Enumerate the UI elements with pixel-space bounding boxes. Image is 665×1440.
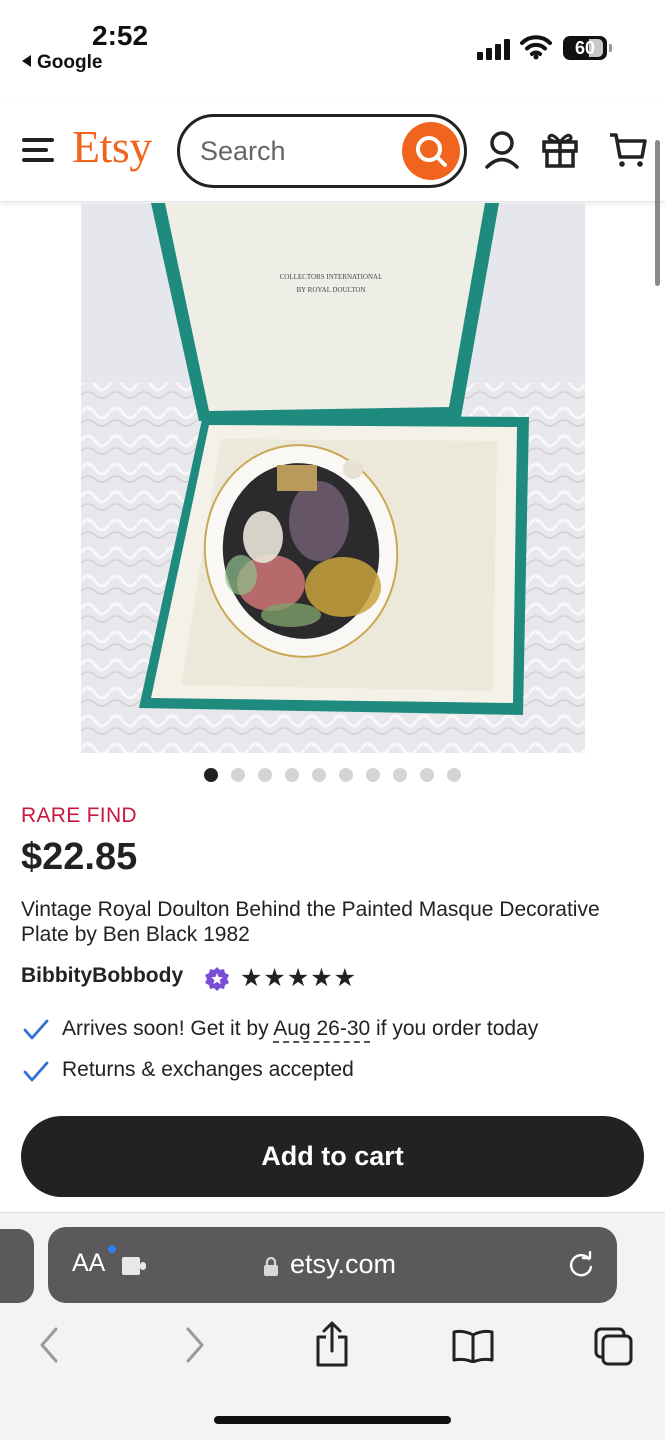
reload-icon[interactable] — [567, 1251, 595, 1279]
box-inscription-line2: BY ROYAL DOULTON — [296, 286, 366, 294]
home-indicator[interactable] — [214, 1416, 451, 1424]
carousel-dot[interactable] — [231, 768, 245, 782]
cellular-signal-icon — [477, 38, 511, 60]
delivery-text-before: Arrives soon! Get it by — [62, 1017, 274, 1040]
forward-arrow-icon[interactable] — [180, 1325, 208, 1365]
extension-icon[interactable] — [122, 1255, 150, 1277]
reader-settings-button[interactable]: AA — [72, 1249, 105, 1278]
previous-tab-preview[interactable] — [0, 1229, 34, 1303]
delivery-date-link[interactable]: Aug 26-30 — [273, 1017, 371, 1043]
search-bar — [177, 114, 467, 188]
search-button[interactable] — [402, 122, 460, 180]
carousel-dot[interactable] — [285, 768, 299, 782]
carousel-dot[interactable] — [339, 768, 353, 782]
product-photo[interactable]: COLLECTORS INTERNATIONAL BY ROYAL DOULTO… — [81, 203, 585, 753]
address-bar[interactable]: AA etsy.com — [48, 1227, 617, 1303]
rating-stars[interactable]: ★★★★★ — [240, 963, 357, 993]
battery-icon: 60 — [563, 36, 612, 60]
rare-find-badge: RARE FIND — [21, 804, 137, 827]
box-inscription-line1: COLLECTORS INTERNATIONAL — [279, 273, 383, 281]
status-bar: 2:52 Google 60 — [0, 0, 665, 90]
delivery-text-after: if you order today — [370, 1017, 539, 1040]
search-icon — [416, 136, 447, 167]
bookmarks-icon[interactable] — [452, 1329, 494, 1363]
star-seller-badge-icon[interactable] — [204, 966, 230, 992]
returns-policy: Returns & exchanges accepted — [62, 1058, 354, 1081]
checkmark-icon — [23, 1061, 49, 1082]
delivery-estimate: Arrives soon! Get it by Aug 26-30 if you… — [62, 1017, 539, 1043]
listing-price: $22.85 — [21, 836, 138, 878]
account-icon[interactable] — [484, 130, 520, 170]
cart-icon[interactable] — [608, 130, 648, 170]
back-arrow-icon[interactable] — [36, 1325, 64, 1365]
carousel-dot[interactable] — [204, 768, 218, 782]
aa-label: AA — [72, 1249, 106, 1277]
carousel-dot[interactable] — [312, 768, 326, 782]
tabs-icon[interactable] — [594, 1327, 634, 1367]
etsy-logo[interactable]: Etsy — [72, 120, 152, 173]
image-carousel-dots[interactable] — [204, 768, 461, 782]
back-app-label: Google — [37, 52, 103, 73]
add-to-cart-button[interactable]: Add to cart — [21, 1116, 644, 1197]
back-to-app-link[interactable]: Google — [22, 52, 102, 74]
battery-level: 60 — [574, 38, 596, 58]
page-scrollbar[interactable] — [655, 140, 660, 286]
gift-icon[interactable] — [540, 130, 580, 170]
carousel-dot[interactable] — [447, 768, 461, 782]
carousel-dot[interactable] — [258, 768, 272, 782]
checkmark-icon — [23, 1019, 49, 1040]
shop-name-link[interactable]: BibbityBobbody — [21, 964, 183, 988]
wifi-icon — [520, 35, 552, 60]
url-domain[interactable]: etsy.com — [290, 1249, 396, 1280]
carousel-dot[interactable] — [393, 768, 407, 782]
clock: 2:52 — [92, 20, 149, 51]
share-icon[interactable] — [314, 1321, 350, 1367]
notification-dot — [108, 1245, 116, 1253]
back-arrow-icon — [22, 55, 31, 67]
listing-title: Vintage Royal Doulton Behind the Painted… — [21, 898, 600, 946]
site-header: Etsy — [0, 100, 665, 202]
browser-toolbar: AA etsy.com — [0, 1212, 665, 1440]
search-input[interactable] — [200, 133, 390, 169]
carousel-dot[interactable] — [420, 768, 434, 782]
lock-icon — [264, 1256, 278, 1276]
menu-icon[interactable] — [22, 138, 54, 162]
carousel-dot[interactable] — [366, 768, 380, 782]
